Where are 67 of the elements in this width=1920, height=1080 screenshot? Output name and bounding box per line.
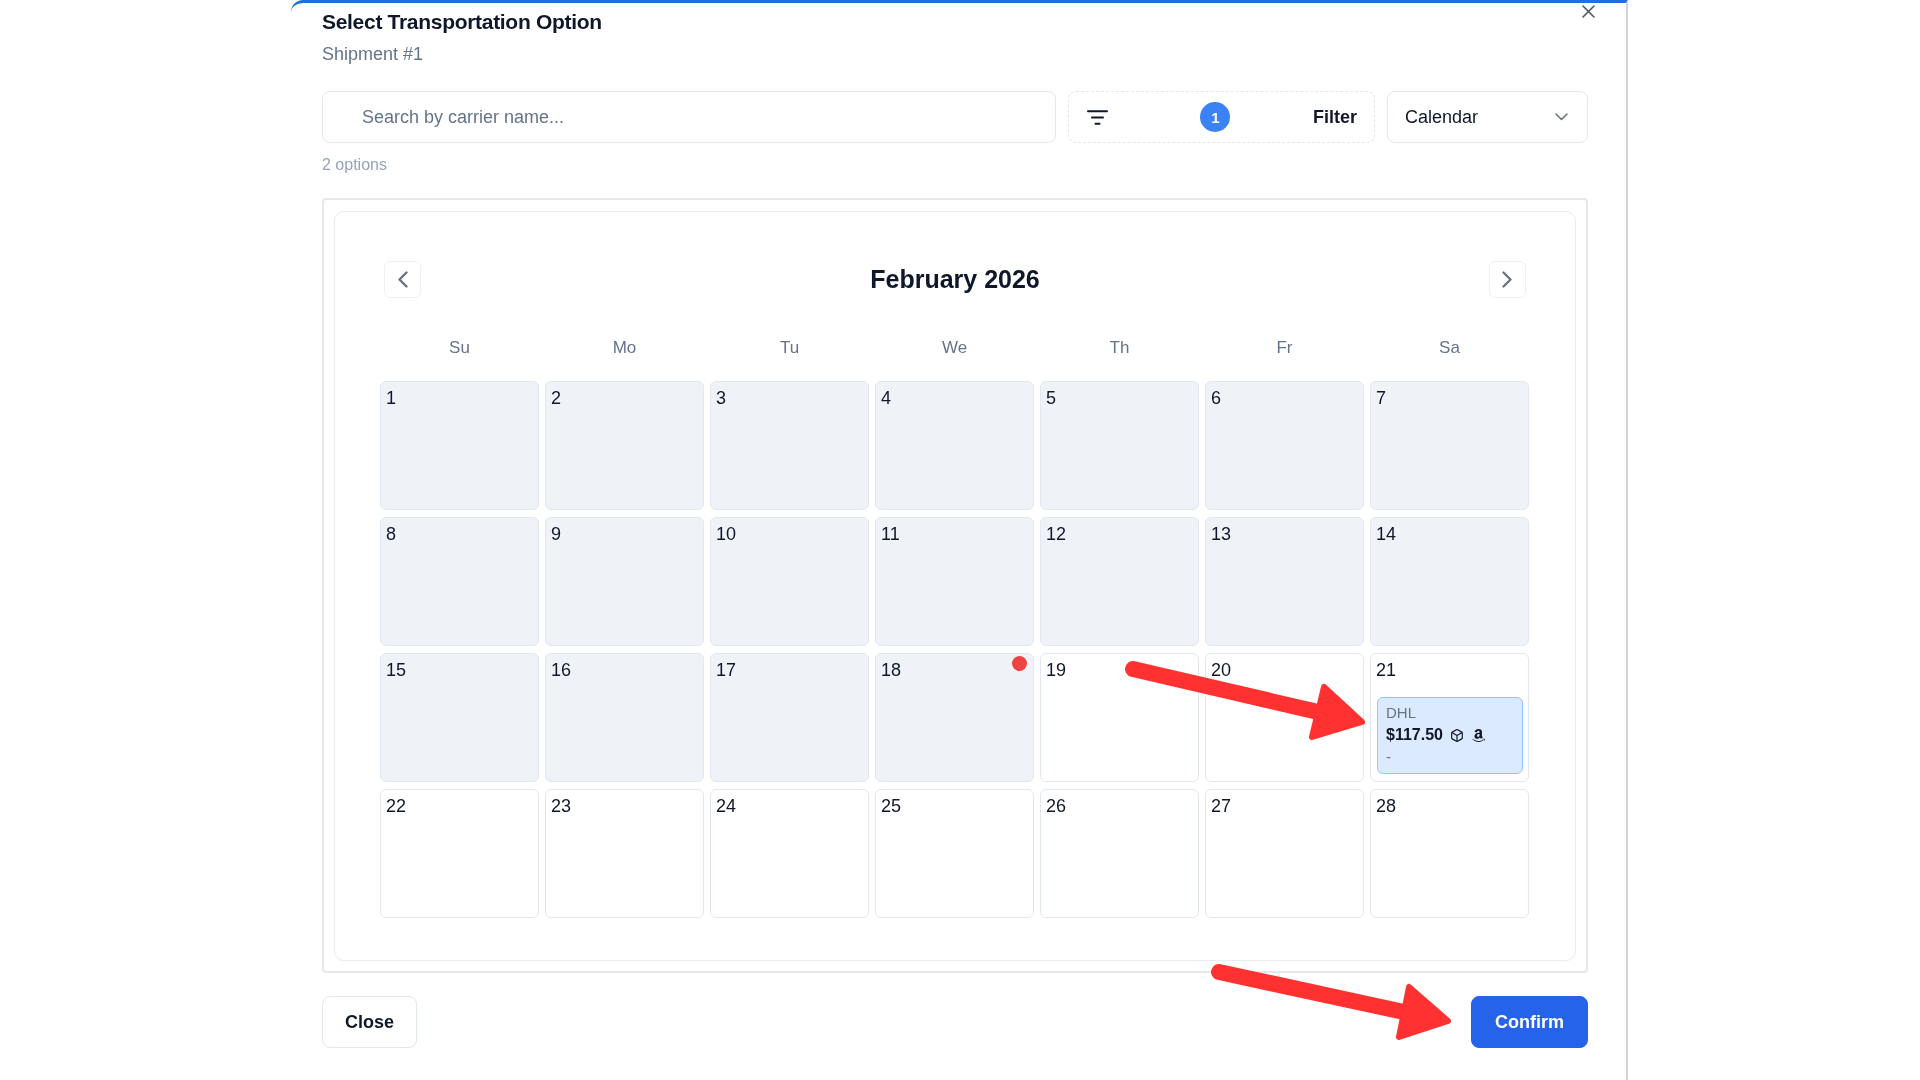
option-price: $117.50: [1386, 726, 1443, 744]
month-title: February 2026: [870, 265, 1040, 294]
day-number: 1: [386, 387, 396, 409]
chevron-right-icon: [1502, 271, 1513, 288]
filter-count-badge: 1: [1200, 102, 1231, 132]
confirm-button[interactable]: Confirm: [1471, 996, 1588, 1048]
day-number: 4: [881, 387, 891, 409]
day-number: 15: [386, 659, 407, 681]
filter-button[interactable]: 1 Filter: [1068, 91, 1375, 143]
close-button[interactable]: Close: [322, 996, 418, 1048]
day-number: 12: [1046, 523, 1067, 545]
next-month-button[interactable]: [1489, 261, 1526, 298]
day-number: 22: [386, 795, 407, 817]
day-cell[interactable]: 23: [545, 789, 704, 918]
day-number: 25: [881, 795, 902, 817]
carrier-name: DHL: [1386, 703, 1416, 723]
day-number: 23: [551, 795, 572, 817]
day-number: 6: [1211, 387, 1221, 409]
shipping-option-card[interactable]: DHL $117.50 -: [1377, 697, 1523, 774]
day-cell[interactable]: 26: [1040, 789, 1199, 918]
day-number: 17: [716, 659, 737, 681]
day-number: 26: [1046, 795, 1067, 817]
day-number: 8: [386, 523, 396, 545]
day-cell[interactable]: 25: [875, 789, 1034, 918]
day-number: 3: [716, 387, 726, 409]
result-count: 2 options: [322, 155, 388, 175]
search-field[interactable]: Search by carrier name...: [322, 91, 1056, 143]
day-number: 20: [1211, 659, 1232, 681]
dialog-title: Select Transportation Option: [322, 9, 602, 35]
day-cell[interactable]: 28: [1370, 789, 1529, 918]
day-number: 13: [1211, 523, 1232, 545]
day-number: 18: [881, 659, 902, 681]
chevron-down-icon: [1555, 113, 1568, 121]
day-number: 14: [1376, 523, 1397, 545]
logo-icon: [1470, 727, 1486, 743]
day-cell[interactable]: 27: [1205, 789, 1364, 918]
view-select[interactable]: Calendar: [1387, 91, 1588, 143]
day-number: 19: [1046, 659, 1067, 681]
day-number: 2: [551, 387, 561, 409]
day-number: 16: [551, 659, 572, 681]
day-cell[interactable]: 19: [1040, 653, 1199, 782]
weekday-label: Su: [448, 338, 471, 358]
filter-icon: [1087, 109, 1108, 125]
weekday-label: Sa: [1438, 338, 1461, 358]
day-number: 7: [1376, 387, 1386, 409]
day-cell[interactable]: 24: [710, 789, 869, 918]
day-number: 5: [1046, 387, 1056, 409]
weekday-label: Fr: [1275, 338, 1294, 358]
dialog-subtitle: Shipment #1: [322, 43, 425, 65]
weekday-label: We: [940, 338, 969, 358]
day-number: 10: [716, 523, 737, 545]
day-number: 24: [716, 795, 737, 817]
close-icon[interactable]: [1582, 5, 1595, 18]
option-note: -: [1386, 747, 1391, 767]
day-number: 21: [1376, 659, 1397, 681]
day-number: 9: [551, 523, 561, 545]
previous-month-button[interactable]: [384, 261, 421, 298]
weekday-label: Th: [1108, 338, 1131, 358]
cube-icon: [1450, 728, 1463, 742]
day-number: 28: [1376, 795, 1397, 817]
chevron-left-icon: [397, 271, 408, 288]
weekday-label: Tu: [778, 338, 801, 358]
weekday-label: Mo: [611, 338, 638, 358]
day-cell[interactable]: 21 DHL $117.50 -: [1370, 653, 1529, 782]
day-number: 11: [881, 523, 900, 545]
day-number: 27: [1211, 795, 1232, 817]
day-cell[interactable]: 22: [380, 789, 539, 918]
